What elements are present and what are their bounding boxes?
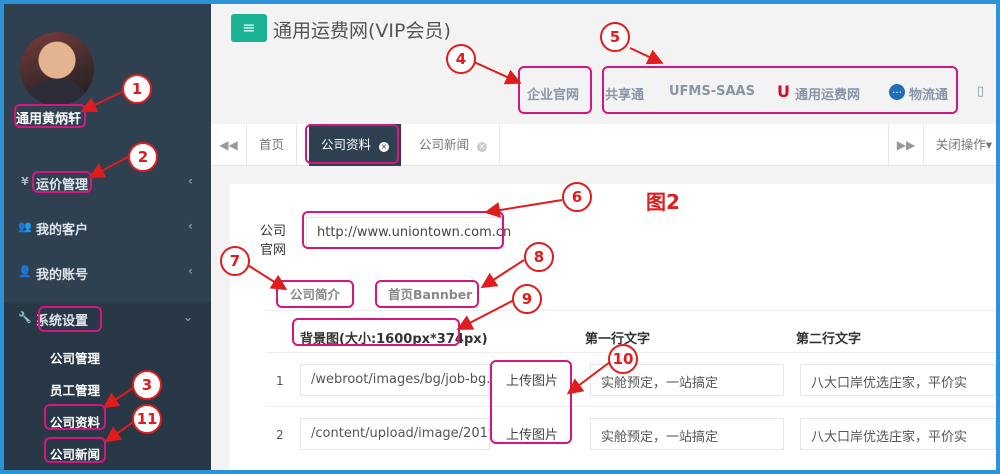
row-number: 2 <box>276 428 284 442</box>
annotation-badge: 8 <box>524 242 554 272</box>
sidebar-sub-staff-manage[interactable]: 员工管理 <box>50 380 100 399</box>
divider <box>266 406 996 407</box>
annotation-badge: 4 <box>446 44 476 74</box>
highlight-box <box>14 104 86 128</box>
column-header-line2: 第二行文字 <box>796 332 862 347</box>
sidebar-item-settings[interactable]: 🔧 系统设置 ⌄ <box>4 302 211 336</box>
highlight-box <box>276 280 354 308</box>
chevron-left-icon: ‹ <box>188 174 193 188</box>
avatar[interactable] <box>20 32 94 106</box>
highlight-box <box>375 280 479 308</box>
tab-label: 公司新闻 <box>419 137 470 152</box>
menu-toggle-button[interactable]: ≡ <box>231 14 267 42</box>
close-operations-dropdown[interactable]: 关闭操作▾ <box>922 124 996 166</box>
annotation-badge: 11 <box>132 404 162 434</box>
chevron-left-icon: ‹ <box>188 264 193 278</box>
figure-label: 图2 <box>646 190 680 214</box>
annotation-badge: 10 <box>608 344 638 374</box>
close-icon[interactable]: × <box>477 142 487 152</box>
highlight-box <box>302 211 504 249</box>
bg-image-path-input[interactable]: /content/upload/image/2019 <box>300 418 490 450</box>
user-icon: 👤 <box>18 265 32 278</box>
divider <box>266 310 996 311</box>
users-icon: 👥 <box>18 220 32 233</box>
annotation-badge: 5 <box>600 22 630 52</box>
tab-company-news[interactable]: 公司新闻 × <box>407 124 500 166</box>
highlight-box <box>490 360 572 444</box>
sidebar-item-label: 我的客户 <box>36 223 89 238</box>
highlight-box <box>292 318 460 346</box>
wrench-icon: 🔧 <box>18 311 32 324</box>
sidebar-item-account[interactable]: 👤 我的账号 ‹ <box>4 256 211 290</box>
highlight-box <box>518 66 592 114</box>
site-title: 通用运费网(VIP会员) <box>273 20 451 42</box>
annotation-badge: 9 <box>512 284 542 314</box>
tab-home[interactable]: 首页 <box>247 124 298 166</box>
highlight-box <box>32 171 92 193</box>
chevron-down-icon: ⌄ <box>182 310 193 324</box>
sidebar-sub-company-manage[interactable]: 公司管理 <box>50 348 100 367</box>
annotation-badge: 1 <box>122 74 152 104</box>
highlight-box <box>38 306 102 332</box>
submenu-panel <box>4 336 211 470</box>
line1-text-input[interactable]: 实舱预定，一站搞定 <box>590 418 784 450</box>
tabs-next-button[interactable]: ▶▶ <box>888 124 924 166</box>
sidebar-item-customers[interactable]: 👥 我的客户 ‹ <box>4 211 211 245</box>
chevron-left-icon: ‹ <box>188 219 193 233</box>
highlight-box <box>44 437 106 463</box>
annotation-badge: 6 <box>562 182 592 212</box>
sidebar: 通用黄炳轩 ¥ 运价管理 ‹ 👥 我的客户 ‹ 👤 我的账号 ‹ 🔧 系统设置 … <box>4 4 211 470</box>
annotation-badge: 3 <box>132 370 162 400</box>
mobile-icon[interactable]: ▯ <box>977 84 984 99</box>
site-url-label: 公司官网 <box>260 224 287 258</box>
line2-text-input[interactable]: 八大口岸优选庄家，平价实 <box>800 364 996 396</box>
line2-text-input[interactable]: 八大口岸优选庄家，平价实 <box>800 418 996 450</box>
bg-image-path-input[interactable]: /webroot/images/bg/job-bg.j <box>300 364 490 396</box>
sidebar-item-label: 我的账号 <box>36 268 89 283</box>
annotation-badge: 7 <box>220 246 250 276</box>
yen-icon: ¥ <box>21 175 29 188</box>
tab-label: 首页 <box>259 137 285 152</box>
annotation-badge: 2 <box>128 142 158 172</box>
highlight-box <box>44 404 106 430</box>
row-number: 1 <box>276 374 284 388</box>
highlight-box <box>305 124 399 164</box>
highlight-box <box>602 66 958 114</box>
tabs-prev-button[interactable]: ◀◀ <box>211 124 247 166</box>
